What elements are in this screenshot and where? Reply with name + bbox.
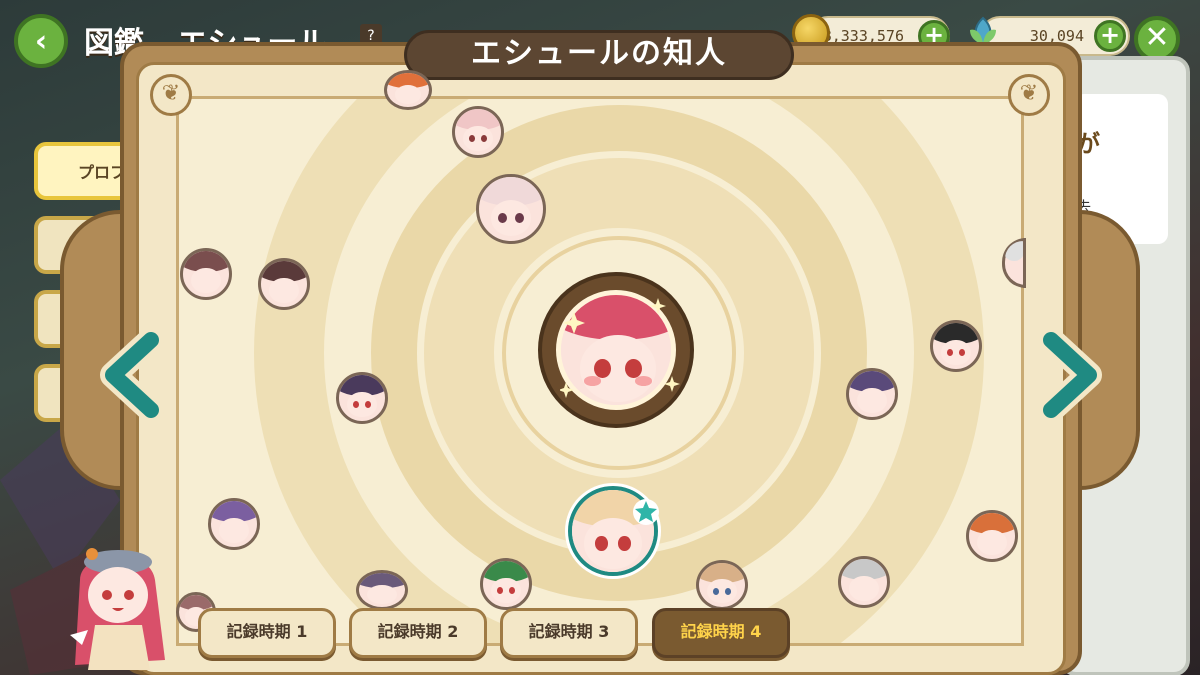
period-tab-3[interactable]: 記録時期 3: [500, 608, 638, 658]
acquaintance-portrait[interactable]: [480, 558, 532, 610]
acquaintance-portrait[interactable]: [846, 368, 898, 420]
mascot-character: [70, 548, 165, 670]
acquaintance-portrait[interactable]: [930, 320, 982, 372]
star-icon: [633, 499, 659, 525]
next-page-button[interactable]: [1030, 330, 1110, 420]
period-tab-1[interactable]: 記録時期 1: [198, 608, 336, 658]
acquaintance-portrait[interactable]: [180, 248, 232, 300]
side-tab-label: プロフ: [78, 163, 127, 182]
back-button[interactable]: ‹: [14, 14, 68, 68]
leaf-icon: ❦: [1008, 74, 1050, 116]
back-arrow-icon: ‹: [34, 23, 48, 59]
chevron-left-icon: [100, 330, 164, 420]
acquaintance-portrait[interactable]: [208, 498, 260, 550]
acquaintance-portrait[interactable]: [258, 258, 310, 310]
period-tab-4[interactable]: 記録時期 4: [652, 608, 790, 658]
acquaintance-portrait[interactable]: [452, 106, 504, 158]
acquaintance-portrait[interactable]: [966, 510, 1018, 562]
acquaintance-portrait[interactable]: [838, 556, 890, 608]
acquaintance-portrait[interactable]: [384, 70, 432, 110]
leaf-icon: ❦: [150, 74, 192, 116]
acquaintance-portrait[interactable]: [336, 372, 388, 424]
acquaintance-portrait[interactable]: [696, 560, 748, 610]
acquaintance-portrait[interactable]: [476, 174, 546, 244]
chevron-right-icon: [1038, 330, 1102, 420]
prev-page-button[interactable]: [92, 330, 172, 420]
sparkle-icon: [560, 298, 680, 398]
acquaintance-portrait[interactable]: [356, 570, 408, 610]
period-tab-2[interactable]: 記録時期 2: [349, 608, 487, 658]
modal-title: エシュールの知人: [404, 30, 794, 80]
add-gem-button[interactable]: +: [1094, 20, 1126, 52]
